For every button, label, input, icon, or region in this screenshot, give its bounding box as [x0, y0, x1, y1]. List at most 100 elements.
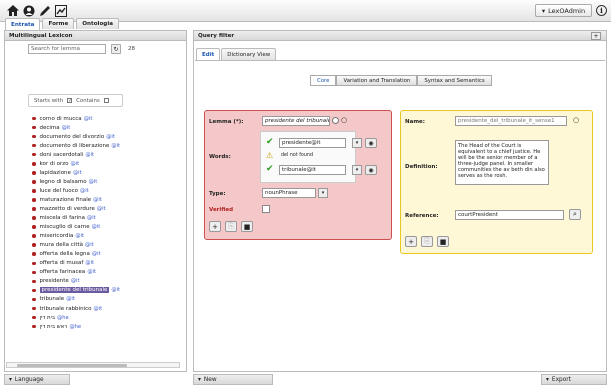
- contains-label: Contains: [76, 97, 100, 104]
- tab-edit[interactable]: Edit: [196, 48, 221, 60]
- lemma-count: 28: [128, 46, 135, 52]
- entry-language: @it: [61, 124, 71, 131]
- list-item[interactable]: maturazione finale @it: [32, 195, 182, 204]
- tab-divider: [5, 30, 184, 31]
- list-item[interactable]: miscela di farina @it: [32, 214, 182, 223]
- add-icon[interactable]: +: [405, 236, 417, 247]
- list-item[interactable]: luce del fuoco @it: [32, 186, 182, 195]
- entry-language: @it: [88, 178, 98, 185]
- export-button[interactable]: ▾ Export: [541, 374, 607, 385]
- caret-down-icon: ▾: [541, 6, 546, 15]
- list-item[interactable]: offerta di musaf @it: [32, 259, 182, 268]
- list-item[interactable]: documento di liberazione @it: [32, 141, 182, 150]
- entry-language: @it: [83, 115, 93, 122]
- query-panel-title: Query filter: [194, 31, 606, 41]
- entry-label: presidente del tribunale: [39, 287, 110, 294]
- save-icon[interactable]: ■: [437, 236, 449, 247]
- lexicon-panel-title: Multilingual Lexicon: [5, 31, 186, 41]
- add-panel-button[interactable]: +: [591, 32, 601, 40]
- tab-dictionary-view[interactable]: Dictionary View: [221, 48, 277, 60]
- contains-checkbox[interactable]: [103, 98, 109, 103]
- entry-language: @it: [93, 305, 103, 312]
- starts-with-checkbox[interactable]: ✓: [67, 98, 72, 104]
- admin-menu-button[interactable]: ▾ LexOAdmin: [535, 4, 592, 17]
- list-item[interactable]: misericordia @it: [32, 232, 182, 241]
- chart-icon[interactable]: [54, 4, 67, 17]
- entry-label: corno di mucca: [39, 115, 82, 122]
- type-select[interactable]: nounPhrase: [262, 188, 316, 198]
- copy-icon[interactable]: ⎘: [225, 221, 237, 232]
- list-item[interactable]: documento del divorzio @it: [32, 132, 182, 141]
- list-item[interactable]: corno di mucca @it: [32, 114, 182, 123]
- tab-forme[interactable]: Forme: [42, 18, 75, 29]
- eye-icon[interactable]: ◉: [365, 138, 377, 148]
- list-item[interactable]: tribunale @it: [32, 295, 182, 304]
- horizontal-scrollbar[interactable]: [6, 362, 180, 368]
- comment-icon[interactable]: ○: [573, 116, 579, 124]
- segment-core[interactable]: Core: [310, 75, 337, 86]
- save-icon[interactable]: ■: [241, 221, 253, 232]
- entry-language: @he: [57, 314, 69, 321]
- entry-language: @it: [85, 242, 94, 249]
- refresh-icon[interactable]: ↻: [111, 44, 121, 54]
- eye-icon[interactable]: ◉: [365, 165, 377, 175]
- bullet-icon: [32, 225, 36, 229]
- comment-icon[interactable]: ○: [341, 116, 347, 124]
- home-icon[interactable]: [6, 4, 19, 17]
- edit-icon[interactable]: [38, 4, 51, 17]
- list-item[interactable]: decima @it: [32, 123, 182, 132]
- language-button[interactable]: ▾ Language: [4, 374, 70, 385]
- list-item[interactable]: lapidazione @it: [32, 168, 182, 177]
- list-item[interactable]: tribunale rabbinico @it: [32, 304, 182, 313]
- caret-down-icon: ▾: [9, 376, 12, 383]
- type-dropdown[interactable]: ▾: [318, 188, 328, 198]
- tab-ontologia[interactable]: Ontologia: [76, 18, 120, 29]
- bullet-icon: [32, 234, 36, 238]
- check-icon: ✔: [266, 137, 274, 147]
- lemma-search-input[interactable]: Search for lemma: [28, 44, 106, 54]
- list-item[interactable]: doni sacerdotali @it: [32, 150, 182, 159]
- lemma-input[interactable]: presidente del tribunale: [262, 116, 330, 126]
- list-item[interactable]: presidente @it: [32, 277, 182, 286]
- info-icon[interactable]: i: [596, 5, 607, 16]
- list-item[interactable]: mazzetto di verdure @it: [32, 204, 182, 213]
- segment-variation[interactable]: Variation and Translation: [336, 75, 418, 86]
- list-item[interactable]: offerta della legna @it: [32, 250, 182, 259]
- word1-dropdown[interactable]: ▾: [352, 138, 362, 148]
- entry-label: offerta farinacea: [39, 269, 86, 276]
- bullet-icon: [32, 216, 36, 220]
- list-item[interactable]: legno di balsamo @it: [32, 177, 182, 186]
- entry-language: @it: [66, 296, 75, 303]
- tab-entrata[interactable]: Entrata: [5, 18, 41, 30]
- user-icon[interactable]: [22, 4, 35, 17]
- word1-input[interactable]: presidente@it: [279, 138, 346, 148]
- bullet-icon: [32, 288, 36, 293]
- list-item[interactable]: ראש בית דין @he: [32, 322, 182, 331]
- lemma-option-icon[interactable]: [332, 117, 339, 124]
- search-icon[interactable]: ⌕: [569, 209, 581, 220]
- add-icon[interactable]: +: [209, 221, 221, 232]
- tab-divider: [195, 60, 605, 61]
- new-button[interactable]: ▾ New: [193, 374, 273, 385]
- view-segments: Core Variation and Translation Syntax an…: [310, 75, 492, 86]
- definition-textarea[interactable]: The Head of the Court is equivalent to a…: [455, 140, 549, 185]
- editor-tabs: Edit Dictionary View: [196, 48, 277, 60]
- scrollbar-thumb[interactable]: [17, 364, 127, 367]
- segment-syntax[interactable]: Syntax and Semantics: [417, 75, 492, 86]
- sense-name-input[interactable]: presidente_del_tribunale_it_sense1: [455, 116, 567, 126]
- word2-dropdown[interactable]: ▾: [352, 165, 362, 175]
- entry-language: @it: [91, 224, 101, 231]
- list-item[interactable]: offerta farinacea @it: [32, 268, 182, 277]
- list-item[interactable]: mura della città @it: [32, 241, 182, 250]
- copy-icon[interactable]: ⎘: [421, 236, 433, 247]
- verified-checkbox[interactable]: [262, 205, 270, 213]
- admin-label: LexOAdmin: [548, 6, 586, 15]
- reference-input[interactable]: courtPresident: [455, 210, 564, 220]
- list-item[interactable]: kor di orzo @it: [32, 159, 182, 168]
- list-item[interactable]: בית דין @he: [32, 313, 182, 322]
- entry-label: luce del fuoco: [39, 187, 79, 194]
- word2-input[interactable]: tribunale@it: [279, 165, 346, 175]
- bullet-icon: [32, 306, 36, 311]
- list-item[interactable]: presidente del tribunale @it: [32, 286, 182, 295]
- list-item[interactable]: miscuglio di carne @it: [32, 223, 182, 232]
